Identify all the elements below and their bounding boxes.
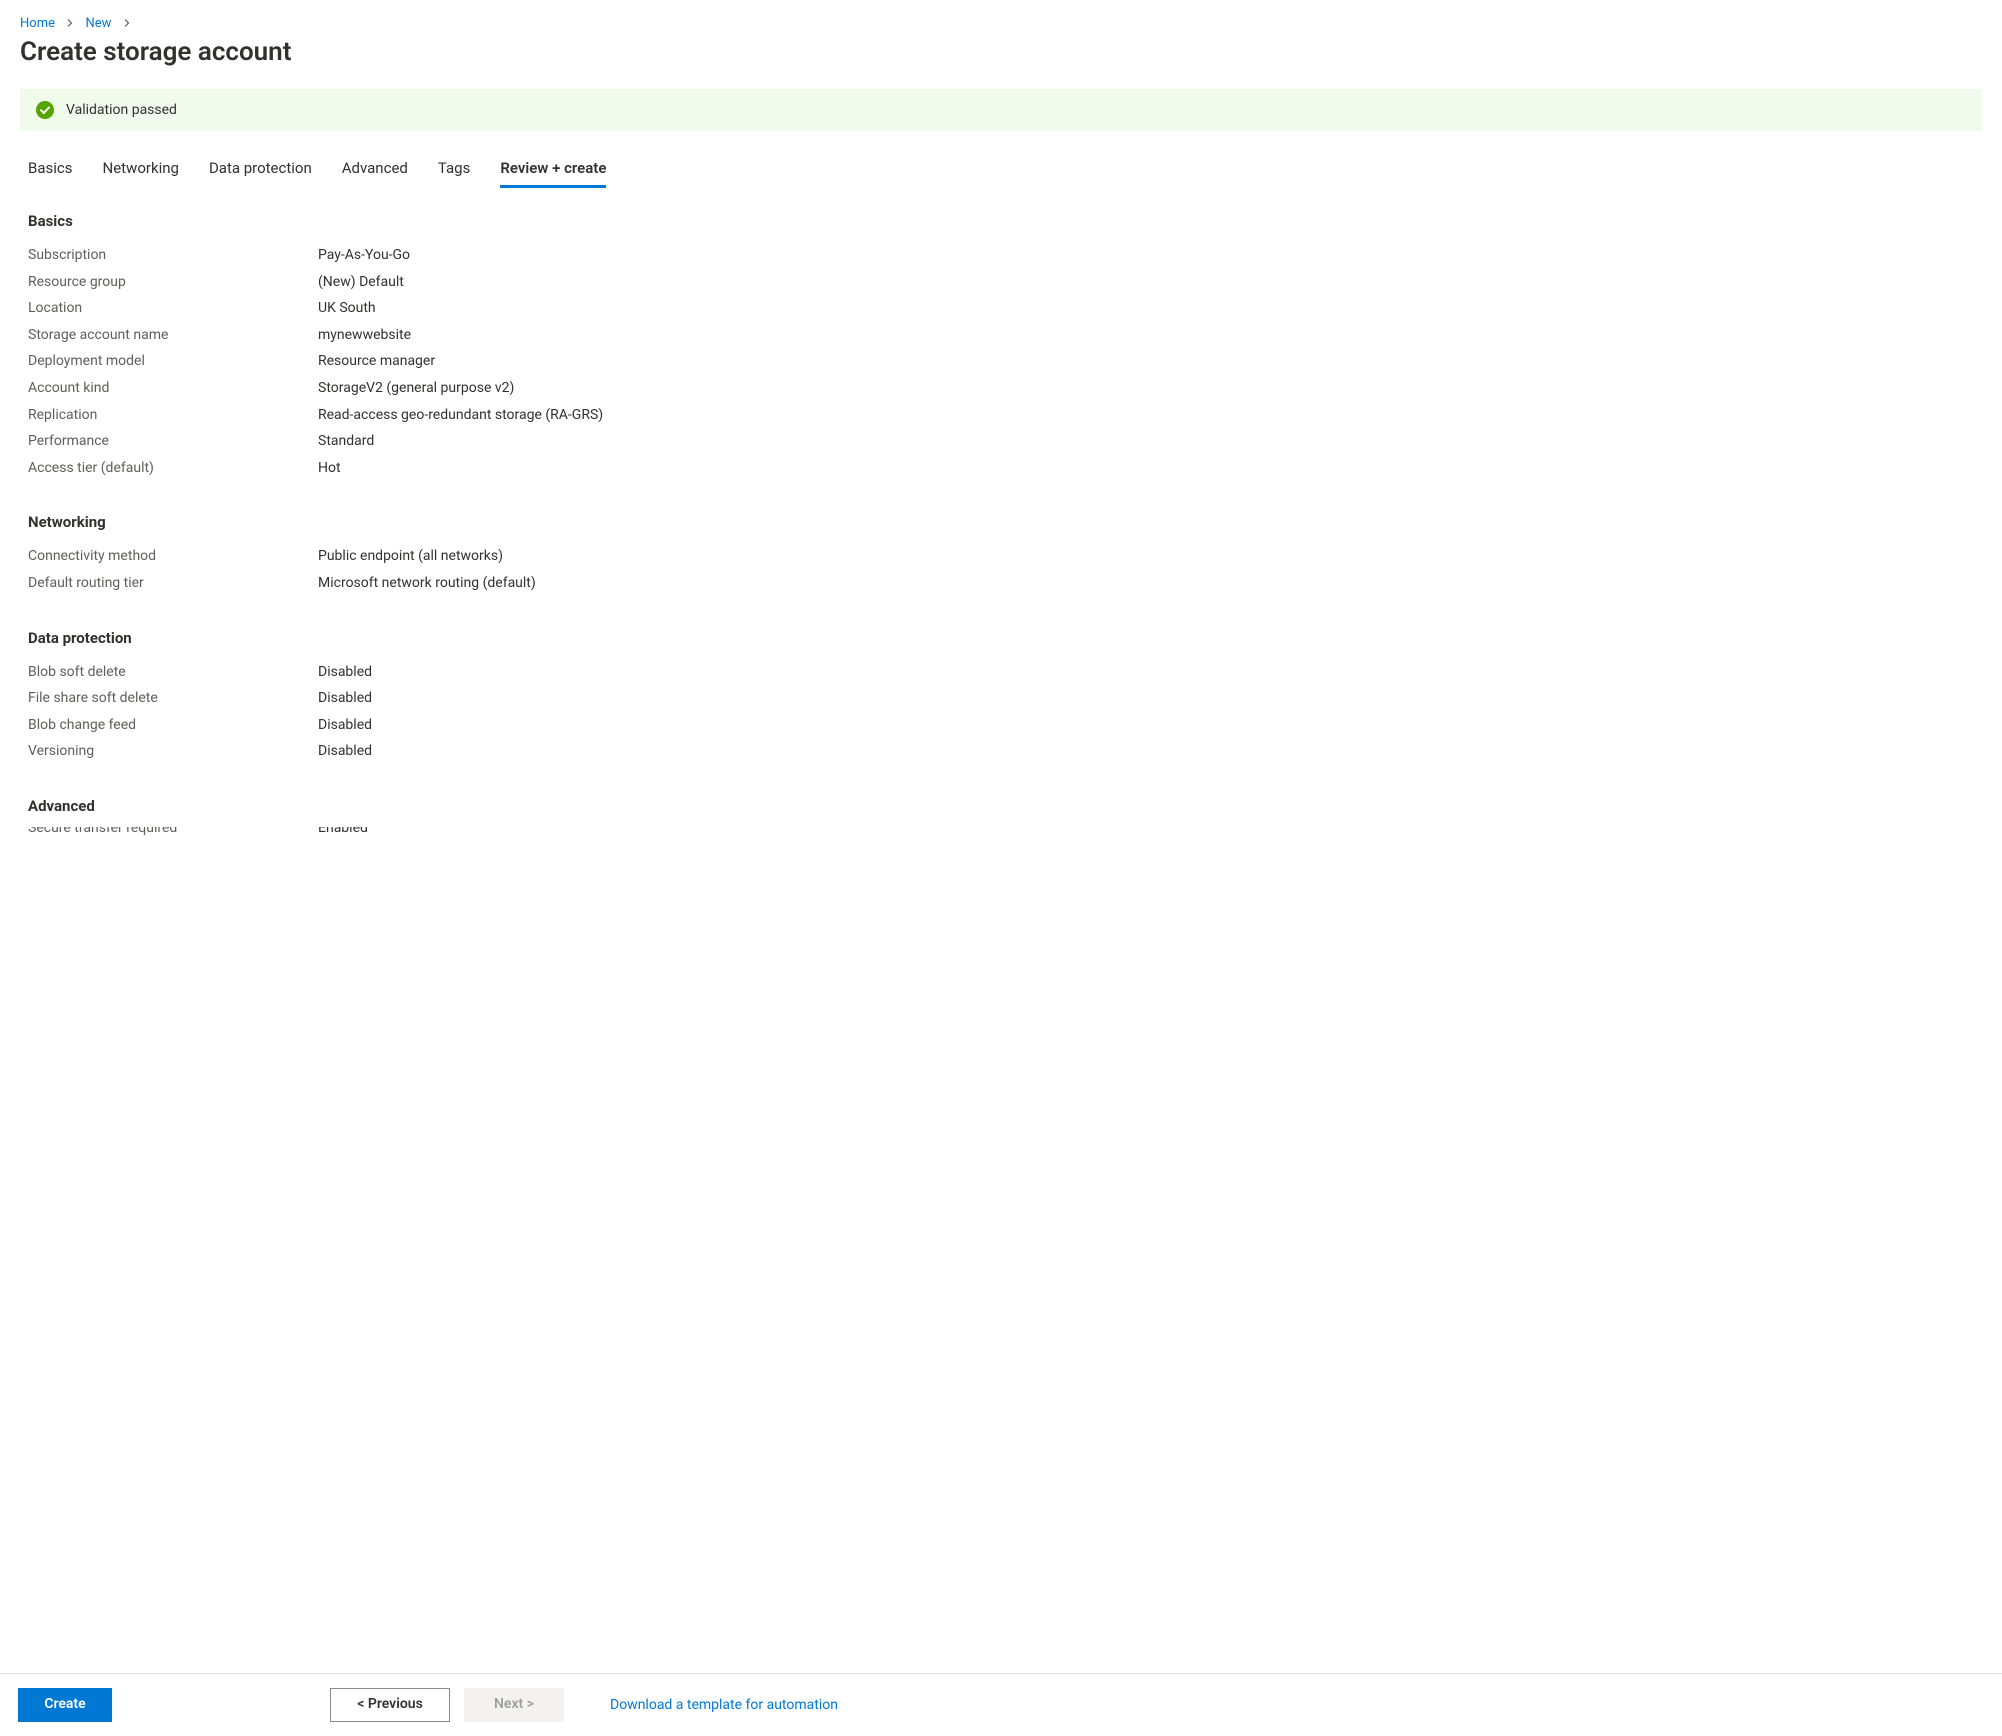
kv-label: Versioning xyxy=(28,738,318,765)
kv-value: Hot xyxy=(318,455,341,482)
kv-label: Blob soft delete xyxy=(28,659,318,686)
kv-label: Secure transfer required xyxy=(28,827,318,829)
tab-networking[interactable]: Networking xyxy=(103,151,179,188)
kv-row: Deployment model Resource manager xyxy=(28,348,1982,375)
kv-value: Resource manager xyxy=(318,348,435,375)
kv-row: Blob change feed Disabled xyxy=(28,712,1982,739)
kv-value: Enabled xyxy=(318,827,368,829)
kv-value: StorageV2 (general purpose v2) xyxy=(318,375,514,402)
section-data-protection-title: Data protection xyxy=(28,629,1982,647)
kv-row: Blob soft delete Disabled xyxy=(28,659,1982,686)
previous-button[interactable]: < Previous xyxy=(330,1688,450,1722)
next-button: Next > xyxy=(464,1688,564,1722)
kv-value: Disabled xyxy=(318,659,372,686)
kv-row: Versioning Disabled xyxy=(28,738,1982,765)
kv-label: Access tier (default) xyxy=(28,455,318,482)
create-button[interactable]: Create xyxy=(18,1688,112,1722)
kv-label: Location xyxy=(28,295,318,322)
kv-label: Connectivity method xyxy=(28,543,318,570)
kv-row: Performance Standard xyxy=(28,428,1982,455)
section-advanced-title: Advanced xyxy=(28,797,1982,815)
kv-label: Default routing tier xyxy=(28,570,318,597)
download-template-link[interactable]: Download a template for automation xyxy=(610,1697,838,1713)
kv-value: Microsoft network routing (default) xyxy=(318,570,536,597)
kv-value: Read-access geo-redundant storage (RA-GR… xyxy=(318,402,603,429)
section-networking-title: Networking xyxy=(28,513,1982,531)
tab-data-protection[interactable]: Data protection xyxy=(209,151,312,188)
kv-row: Resource group (New) Default xyxy=(28,269,1982,296)
kv-row: Connectivity method Public endpoint (all… xyxy=(28,543,1982,570)
review-content: Basics Subscription Pay-As-You-Go Resour… xyxy=(20,212,1982,1673)
tab-review-create[interactable]: Review + create xyxy=(500,151,606,188)
section-advanced: Advanced Secure transfer required Enable… xyxy=(28,797,1982,841)
kv-row: Replication Read-access geo-redundant st… xyxy=(28,402,1982,429)
kv-label: Performance xyxy=(28,428,318,455)
section-basics: Basics Subscription Pay-As-You-Go Resour… xyxy=(28,212,1982,481)
kv-row: File share soft delete Disabled xyxy=(28,685,1982,712)
breadcrumb-home[interactable]: Home xyxy=(20,16,55,31)
kv-label: Storage account name xyxy=(28,322,318,349)
check-circle-icon xyxy=(36,101,54,119)
kv-row: Location UK South xyxy=(28,295,1982,322)
kv-row: Storage account name mynewwebsite xyxy=(28,322,1982,349)
kv-label: File share soft delete xyxy=(28,685,318,712)
section-basics-title: Basics xyxy=(28,212,1982,230)
tab-basics[interactable]: Basics xyxy=(28,151,73,188)
kv-value: Pay-As-You-Go xyxy=(318,242,410,269)
kv-label: Replication xyxy=(28,402,318,429)
chevron-right-icon xyxy=(66,16,74,30)
section-data-protection: Data protection Blob soft delete Disable… xyxy=(28,629,1982,765)
page-title: Create storage account xyxy=(20,37,1982,67)
validation-message: Validation passed xyxy=(66,102,177,118)
kv-label: Resource group xyxy=(28,269,318,296)
section-networking: Networking Connectivity method Public en… xyxy=(28,513,1982,596)
kv-row: Access tier (default) Hot xyxy=(28,455,1982,482)
footer: Create < Previous Next > Download a temp… xyxy=(0,1673,2002,1736)
tabs: Basics Networking Data protection Advanc… xyxy=(20,151,1982,188)
kv-row: Default routing tier Microsoft network r… xyxy=(28,570,1982,597)
chevron-right-icon xyxy=(123,16,131,30)
kv-value: Public endpoint (all networks) xyxy=(318,543,503,570)
kv-label: Blob change feed xyxy=(28,712,318,739)
kv-value: Disabled xyxy=(318,685,372,712)
kv-value: mynewwebsite xyxy=(318,322,411,349)
validation-banner: Validation passed xyxy=(20,89,1982,131)
kv-label: Account kind xyxy=(28,375,318,402)
kv-label: Subscription xyxy=(28,242,318,269)
kv-label: Deployment model xyxy=(28,348,318,375)
breadcrumb: Home New xyxy=(20,16,1982,31)
kv-row: Subscription Pay-As-You-Go xyxy=(28,242,1982,269)
kv-row: Account kind StorageV2 (general purpose … xyxy=(28,375,1982,402)
kv-value: Disabled xyxy=(318,738,372,765)
kv-value: (New) Default xyxy=(318,269,404,296)
kv-value: UK South xyxy=(318,295,376,322)
kv-value: Standard xyxy=(318,428,374,455)
tab-advanced[interactable]: Advanced xyxy=(342,151,408,188)
kv-value: Disabled xyxy=(318,712,372,739)
tab-tags[interactable]: Tags xyxy=(438,151,470,188)
kv-row: Secure transfer required Enabled xyxy=(28,827,1982,841)
breadcrumb-new[interactable]: New xyxy=(85,16,111,31)
